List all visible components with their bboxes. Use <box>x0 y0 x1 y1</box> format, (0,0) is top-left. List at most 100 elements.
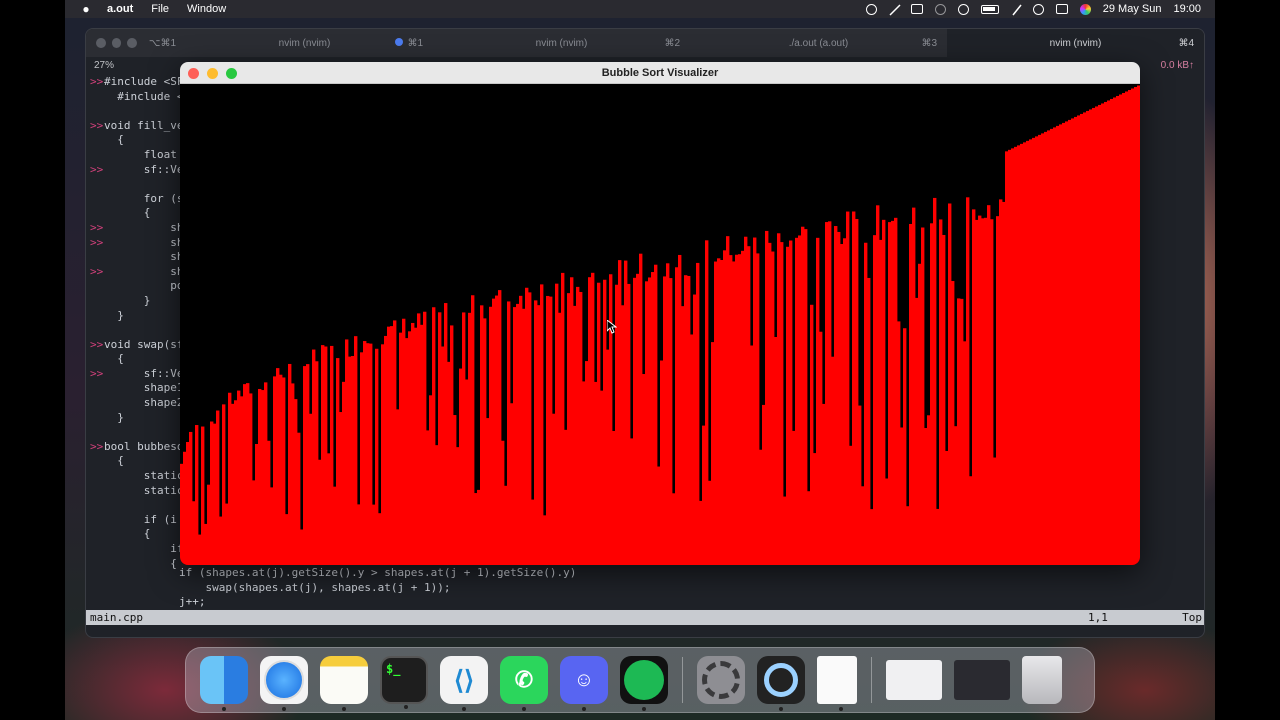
stop-record-icon[interactable] <box>865 3 877 15</box>
close-button[interactable] <box>96 38 106 48</box>
apple-menu-icon[interactable]: ● <box>79 2 93 16</box>
terminal-tab-3[interactable]: ./a.out (a.out) ⌘3 <box>690 29 947 57</box>
sort-bar <box>390 326 394 565</box>
code-text: } <box>104 293 151 307</box>
sort-bar <box>480 305 484 565</box>
dock-whatsapp[interactable]: ✆ <box>500 656 548 711</box>
sort-bar <box>759 449 763 565</box>
window-menu[interactable]: Window <box>187 3 226 15</box>
sort-bar <box>210 421 214 565</box>
battery-icon[interactable] <box>980 4 999 14</box>
dock-safari[interactable] <box>260 656 308 711</box>
search-icon[interactable] <box>1032 3 1044 15</box>
running-indicator <box>582 707 586 711</box>
dock-document[interactable] <box>817 656 857 711</box>
sort-bar <box>984 217 988 565</box>
sort-bar <box>912 207 916 565</box>
sort-bar <box>621 305 625 565</box>
dock-discord[interactable]: ☺ <box>560 656 608 711</box>
sort-bar <box>372 504 376 565</box>
dock-trash[interactable] <box>1022 656 1062 704</box>
sort-bar <box>495 295 499 565</box>
terminal-tab-4[interactable]: nvim (nvim) ⌘4 <box>947 29 1204 57</box>
app-menu[interactable]: a.out <box>107 3 133 15</box>
sort-bar <box>507 301 511 565</box>
sort-bar <box>465 379 469 565</box>
sort-bar <box>402 318 406 565</box>
bluetooth-off-icon[interactable] <box>1011 4 1022 16</box>
dock-minimized-window-2[interactable] <box>954 660 1010 700</box>
play-icon[interactable] <box>957 3 969 15</box>
sort-bar <box>996 216 1000 565</box>
sort-bar <box>714 261 718 565</box>
sort-bar <box>186 441 190 565</box>
bars-canvas[interactable] <box>180 84 1140 565</box>
code-visible-lines[interactable]: if (shapes.at(j).getSize().y > shapes.at… <box>179 566 576 610</box>
diagnostic-marker: >> <box>90 235 104 249</box>
control-center-icon[interactable] <box>1055 4 1068 14</box>
scroll-position: Top <box>1182 611 1202 624</box>
sort-bar <box>960 298 964 565</box>
sort-bar <box>279 374 283 565</box>
zoom-button[interactable] <box>226 68 237 79</box>
sort-bar <box>831 356 835 565</box>
sort-bar <box>498 290 502 565</box>
dock-spotify[interactable] <box>620 656 668 711</box>
sort-bar <box>804 229 808 565</box>
running-indicator <box>404 705 408 709</box>
dock-vscode[interactable]: ⟨⟩ <box>440 656 488 711</box>
menubar-date[interactable]: 29 May Sun <box>1103 3 1162 15</box>
sort-bar <box>396 409 400 565</box>
wifi-off-icon[interactable] <box>889 4 901 16</box>
sort-bar <box>753 237 757 565</box>
dock-minimized-window-1[interactable] <box>886 660 942 700</box>
sort-bar <box>432 307 436 565</box>
dock-system-preferences[interactable] <box>697 656 745 704</box>
sort-bar <box>735 254 739 565</box>
sort-bar <box>492 298 496 565</box>
siri-icon[interactable] <box>1079 3 1091 15</box>
sort-bar <box>261 390 265 565</box>
sort-bar <box>1086 110 1090 565</box>
sort-bar <box>936 508 940 565</box>
terminal-tab-2[interactable]: nvim (nvim) ⌘2 <box>433 29 690 57</box>
visualizer-titlebar[interactable]: Bubble Sort Visualizer <box>180 62 1140 84</box>
sort-bar <box>1113 97 1117 565</box>
running-indicator <box>342 707 346 711</box>
minimize-button[interactable] <box>207 68 218 79</box>
menubar-time[interactable]: 19:00 <box>1173 3 1201 15</box>
sort-bar <box>789 240 793 565</box>
dock-notes[interactable] <box>320 656 368 711</box>
sort-bar <box>987 205 991 565</box>
code-text: { <box>104 352 124 366</box>
sort-bar <box>1101 103 1105 565</box>
minimize-button[interactable] <box>111 38 122 48</box>
whatsapp-icon: ✆ <box>514 667 534 692</box>
close-button[interactable] <box>188 68 199 79</box>
sort-bar <box>531 499 535 565</box>
letterbox-right <box>1215 0 1280 720</box>
sort-bar <box>1059 124 1063 565</box>
sort-bar <box>858 405 862 565</box>
dock-quicktime[interactable] <box>757 656 805 711</box>
sort-bar <box>1014 146 1018 565</box>
sort-bar <box>195 425 199 565</box>
sort-bar <box>462 312 466 565</box>
display-icon[interactable] <box>910 4 923 14</box>
dock-terminal[interactable]: $_ <box>380 656 428 709</box>
terminal-tab-1[interactable]: nvim (nvim) ⌘1 <box>176 29 433 57</box>
code-text: bool bubbeso <box>104 439 184 453</box>
sort-bar <box>303 366 307 565</box>
running-indicator <box>779 707 783 711</box>
sort-bar <box>846 211 850 565</box>
sort-bar <box>429 395 433 565</box>
zoom-button[interactable] <box>127 38 137 48</box>
focus-icon[interactable] <box>934 3 946 15</box>
sort-bar <box>1077 115 1081 565</box>
sort-bar <box>1083 112 1087 565</box>
sort-bar <box>849 445 853 565</box>
file-menu[interactable]: File <box>151 3 169 15</box>
dock-finder[interactable] <box>200 656 248 711</box>
sort-bar <box>780 242 784 565</box>
sort-bar <box>834 226 838 565</box>
